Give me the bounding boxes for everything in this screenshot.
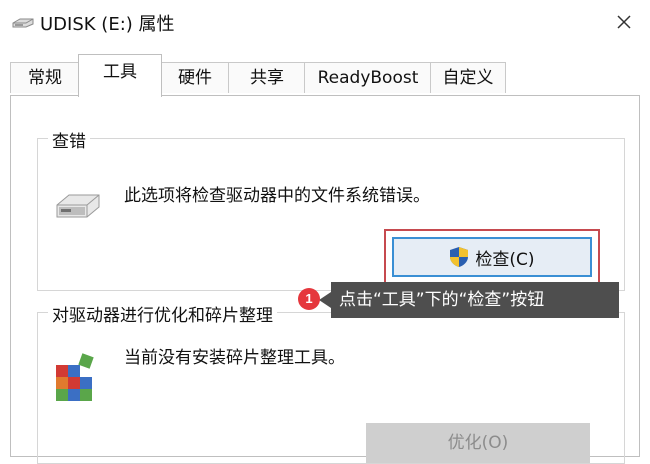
drive-icon bbox=[56, 194, 100, 218]
window-title: UDISK (E:) 属性 bbox=[40, 14, 175, 35]
usb-drive-icon bbox=[12, 18, 34, 28]
check-button[interactable]: 检查(C) bbox=[392, 237, 592, 277]
uac-shield-icon bbox=[450, 247, 469, 267]
instruction-callout: 点击“工具”下的“检查”按钮 bbox=[319, 282, 619, 318]
optimize-description: 当前没有安装碎片整理工具。 bbox=[124, 348, 345, 368]
tab-general[interactable]: 常规 bbox=[10, 62, 80, 93]
title-bar: UDISK (E:) 属性 bbox=[0, 0, 650, 44]
error-check-group: 查错 此选项将检查驱动器中的文件系统错误。 检查(C) bbox=[37, 127, 625, 291]
callout-arrow bbox=[319, 292, 331, 308]
optimize-button[interactable]: 优化(O) bbox=[366, 423, 590, 463]
tab-hardware[interactable]: 硬件 bbox=[160, 62, 230, 93]
check-button-label: 检查(C) bbox=[475, 249, 535, 270]
error-check-title: 查错 bbox=[48, 127, 90, 152]
callout-text: 点击“工具”下的“检查”按钮 bbox=[339, 290, 545, 310]
tools-panel: 查错 此选项将检查驱动器中的文件系统错误。 检查(C) 对驱动器进行优化和碎片整… bbox=[10, 95, 640, 464]
highlight-box: 检查(C) bbox=[384, 229, 600, 285]
tab-sharing[interactable]: 共享 bbox=[228, 62, 306, 93]
step-badge: 1 bbox=[298, 288, 320, 310]
optimize-group: 对驱动器进行优化和碎片整理 当前没有安装碎片整理工具。 优化(O) bbox=[37, 301, 625, 464]
tab-tools[interactable]: 工具 bbox=[78, 54, 162, 97]
optimize-title: 对驱动器进行优化和碎片整理 bbox=[48, 301, 277, 326]
tab-customize[interactable]: 自定义 bbox=[430, 62, 506, 93]
tab-readyboost[interactable]: ReadyBoost bbox=[304, 62, 432, 93]
defrag-icon bbox=[56, 353, 94, 401]
error-check-description: 此选项将检查驱动器中的文件系统错误。 bbox=[124, 186, 430, 206]
tab-strip: 常规 工具 硬件 共享 ReadyBoost 自定义 bbox=[0, 54, 650, 97]
close-icon[interactable] bbox=[610, 8, 638, 36]
